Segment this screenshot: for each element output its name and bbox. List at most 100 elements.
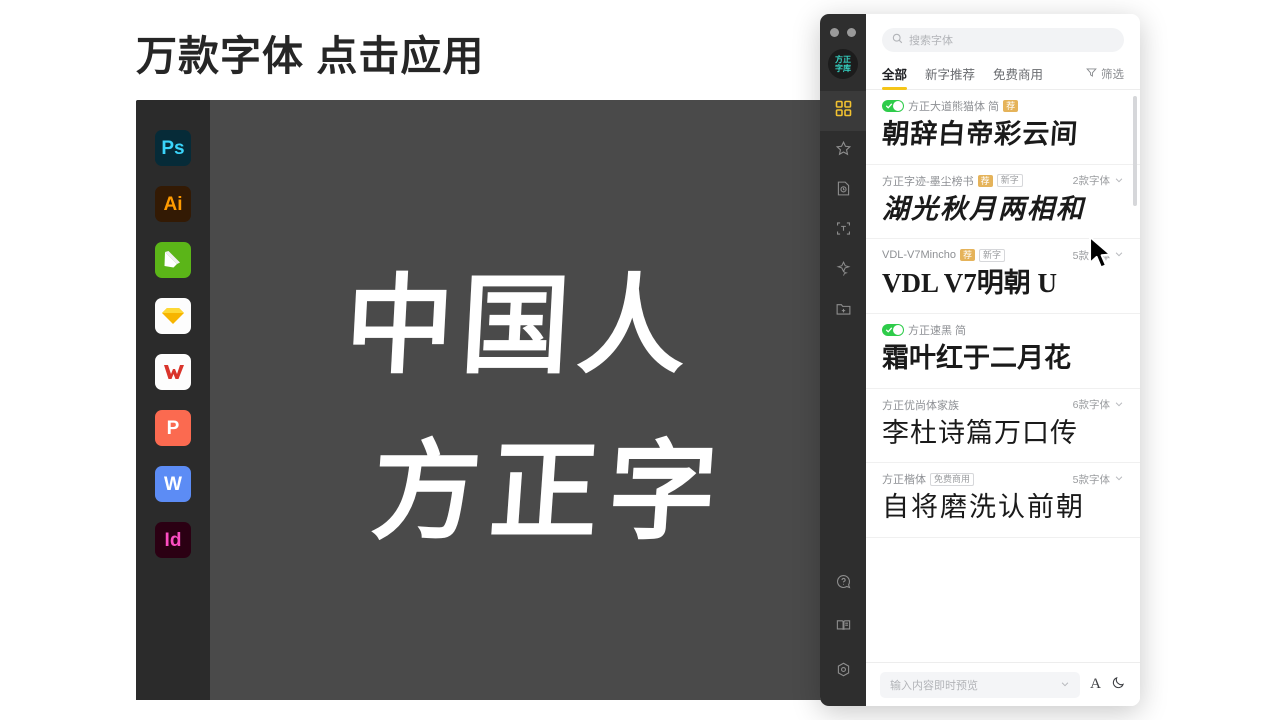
design-canvas[interactable]: 中国人 方正字 bbox=[210, 100, 830, 700]
preview-text-input[interactable]: 输入内容即时预览 bbox=[880, 671, 1081, 698]
help-button[interactable] bbox=[820, 564, 866, 604]
tab-0[interactable]: 全部 bbox=[882, 64, 908, 90]
search-input[interactable]: 搜索字体 bbox=[882, 28, 1124, 52]
font-sample-text: 霜叶红于二月花 bbox=[882, 343, 1071, 375]
chevron-down-icon[interactable] bbox=[1114, 470, 1124, 488]
manual-book-icon bbox=[835, 617, 852, 639]
dock-app-word[interactable]: W bbox=[155, 466, 191, 502]
filter-button[interactable]: 筛选 bbox=[1086, 66, 1124, 88]
search-icon bbox=[892, 31, 903, 49]
close-button[interactable] bbox=[830, 28, 839, 37]
font-install-toggle[interactable] bbox=[882, 324, 904, 337]
font-size-button[interactable]: A bbox=[1090, 676, 1101, 693]
sidebar-item-recent[interactable] bbox=[820, 171, 866, 211]
sidebar-item-grid[interactable] bbox=[820, 91, 866, 131]
font-sample-text: 自将磨洗认前朝 bbox=[882, 492, 1085, 523]
moon-icon bbox=[1111, 675, 1126, 695]
font-list[interactable]: 方正大道熊猫体 简荐朝辞白帝彩云间 方正字迹-墨尘榜书荐新字 2款字体 湖光秋月两相和… bbox=[866, 90, 1140, 662]
rail-bottom-nav bbox=[820, 564, 866, 692]
sidebar-item-add-folder[interactable] bbox=[820, 291, 866, 331]
font-install-toggle[interactable] bbox=[882, 100, 904, 112]
badge-rec: 荐 bbox=[959, 249, 975, 262]
dock-app-indesign[interactable]: Id bbox=[155, 522, 191, 558]
badge-rec: 荐 bbox=[1003, 100, 1019, 112]
chevron-down-icon[interactable] bbox=[1114, 246, 1124, 264]
brand-logo-line-1: 方正 bbox=[835, 55, 851, 64]
design-app-dock: Ps Ai P W Id bbox=[136, 100, 210, 700]
filter-tabs: 全部 新字推荐 免费商用 筛选 bbox=[866, 64, 1140, 90]
page-title: 万款字体 点击应用 bbox=[136, 33, 485, 79]
check-icon bbox=[885, 103, 893, 109]
settings-button[interactable] bbox=[820, 652, 866, 692]
tab-2[interactable]: 免费商用 bbox=[993, 64, 1043, 89]
font-meta: 方正大道熊猫体 简荐 bbox=[882, 98, 1124, 114]
star-icon bbox=[835, 140, 852, 162]
font-list-item[interactable]: 方正字迹-墨尘榜书荐新字 2款字体湖光秋月两相和 bbox=[866, 165, 1140, 240]
sidebar-item-ai-tools[interactable] bbox=[820, 251, 866, 291]
font-name: VDL-V7Mincho bbox=[882, 249, 956, 262]
brand-logo-line-2: 字库 bbox=[835, 64, 851, 73]
font-sample-text: 朝辞白帝彩云间 bbox=[881, 119, 1080, 150]
dock-app-wps[interactable] bbox=[155, 354, 191, 390]
font-meta: 方正速黑 简 bbox=[882, 322, 1124, 338]
font-meta: 方正优尚体家族 6款字体 bbox=[882, 397, 1124, 413]
sidebar-item-text-recognize[interactable] bbox=[820, 211, 866, 251]
toggle-knob bbox=[893, 325, 903, 336]
font-meta: 方正楷体 免费商用 5款字体 bbox=[882, 471, 1124, 487]
grid-icon bbox=[835, 100, 852, 122]
sketch-diamond-icon bbox=[162, 308, 184, 324]
font-manager-main: 搜索字体 全部 新字推荐 免费商用 筛选 方正大道熊猫体 简荐朝辞白帝彩云间 方正字迹-… bbox=[866, 14, 1140, 706]
font-count-group[interactable]: 5款字体 bbox=[1073, 470, 1124, 488]
dock-app-label: Ps bbox=[161, 137, 185, 159]
chevron-down-icon[interactable] bbox=[1060, 676, 1070, 694]
dock-app-presentation[interactable]: P bbox=[155, 410, 191, 446]
font-list-item[interactable]: 方正楷体 免费商用 5款字体自将磨洗认前朝 bbox=[866, 463, 1140, 539]
screenshot-root: 万款字体 点击应用 Ps Ai P W Id 中国人 方正字 方正 字库 搜索字… bbox=[0, 0, 1280, 720]
font-name: 方正字迹-墨尘榜书 bbox=[882, 175, 974, 188]
font-name: 方正大道熊猫体 简 bbox=[908, 101, 1000, 113]
font-variant-count: 2款字体 bbox=[1072, 175, 1110, 188]
recent-document-icon bbox=[835, 180, 852, 202]
theme-toggle-button[interactable] bbox=[1111, 675, 1126, 695]
settings-icon bbox=[835, 661, 852, 683]
font-sample-text: 湖光秋月两相和 bbox=[882, 193, 1085, 225]
manual-button[interactable] bbox=[820, 608, 866, 648]
font-count-group[interactable]: 2款字体 bbox=[1073, 172, 1124, 190]
font-name: 方正优尚体家族 bbox=[882, 399, 959, 412]
badge-new: 新字 bbox=[996, 174, 1023, 188]
search-bar-container: 搜索字体 bbox=[866, 14, 1140, 52]
font-list-item[interactable]: 方正优尚体家族 6款字体李杜诗篇万口传 bbox=[866, 389, 1140, 464]
font-sample-text: 李杜诗篇万口传 bbox=[882, 417, 1078, 449]
chevron-down-icon[interactable] bbox=[1114, 172, 1124, 190]
brand-logo: 方正 字库 bbox=[828, 49, 858, 79]
design-app-window: Ps Ai P W Id 中国人 方正字 bbox=[136, 100, 830, 700]
search-placeholder: 搜索字体 bbox=[909, 35, 953, 47]
mouse-cursor bbox=[1088, 235, 1114, 275]
font-manager-window: 方正 字库 搜索字体 全部 新字推荐 免费商用 筛选 方正大道熊猫体 简 荐 朝… bbox=[820, 14, 1140, 706]
font-name: 方正速黑 简 bbox=[908, 325, 967, 338]
minimize-button[interactable] bbox=[847, 28, 856, 37]
dock-app-label: P bbox=[166, 417, 180, 439]
font-size-icon: A bbox=[1090, 676, 1101, 692]
list-scrollbar[interactable] bbox=[1133, 96, 1137, 206]
font-list-item[interactable]: 方正速黑 简霜叶红于二月花 bbox=[866, 314, 1140, 389]
pencil-icon bbox=[164, 251, 180, 268]
dock-app-pencil-app[interactable] bbox=[155, 242, 191, 278]
canvas-text-line-2: 方正字 bbox=[367, 429, 731, 555]
font-meta: 方正字迹-墨尘榜书荐新字 2款字体 bbox=[882, 173, 1124, 189]
sidebar-item-favorites[interactable] bbox=[820, 131, 866, 171]
font-count-group[interactable]: 6款字体 bbox=[1073, 396, 1124, 414]
dock-app-sketch[interactable] bbox=[155, 298, 191, 334]
font-list-item[interactable]: 方正大道熊猫体 简荐朝辞白帝彩云间 bbox=[866, 90, 1140, 165]
chevron-down-icon[interactable] bbox=[1114, 396, 1124, 414]
ai-flower-icon bbox=[835, 260, 852, 282]
badge-new: 新字 bbox=[979, 248, 1006, 262]
window-controls[interactable] bbox=[830, 28, 856, 37]
dock-app-photoshop[interactable]: Ps bbox=[155, 130, 191, 166]
preview-placeholder: 输入内容即时预览 bbox=[890, 679, 978, 692]
tab-1[interactable]: 新字推荐 bbox=[925, 64, 975, 89]
badge-rec: 荐 bbox=[977, 174, 993, 187]
dock-app-illustrator[interactable]: Ai bbox=[155, 186, 191, 222]
filter-icon bbox=[1086, 67, 1097, 81]
toggle-knob bbox=[893, 101, 903, 111]
